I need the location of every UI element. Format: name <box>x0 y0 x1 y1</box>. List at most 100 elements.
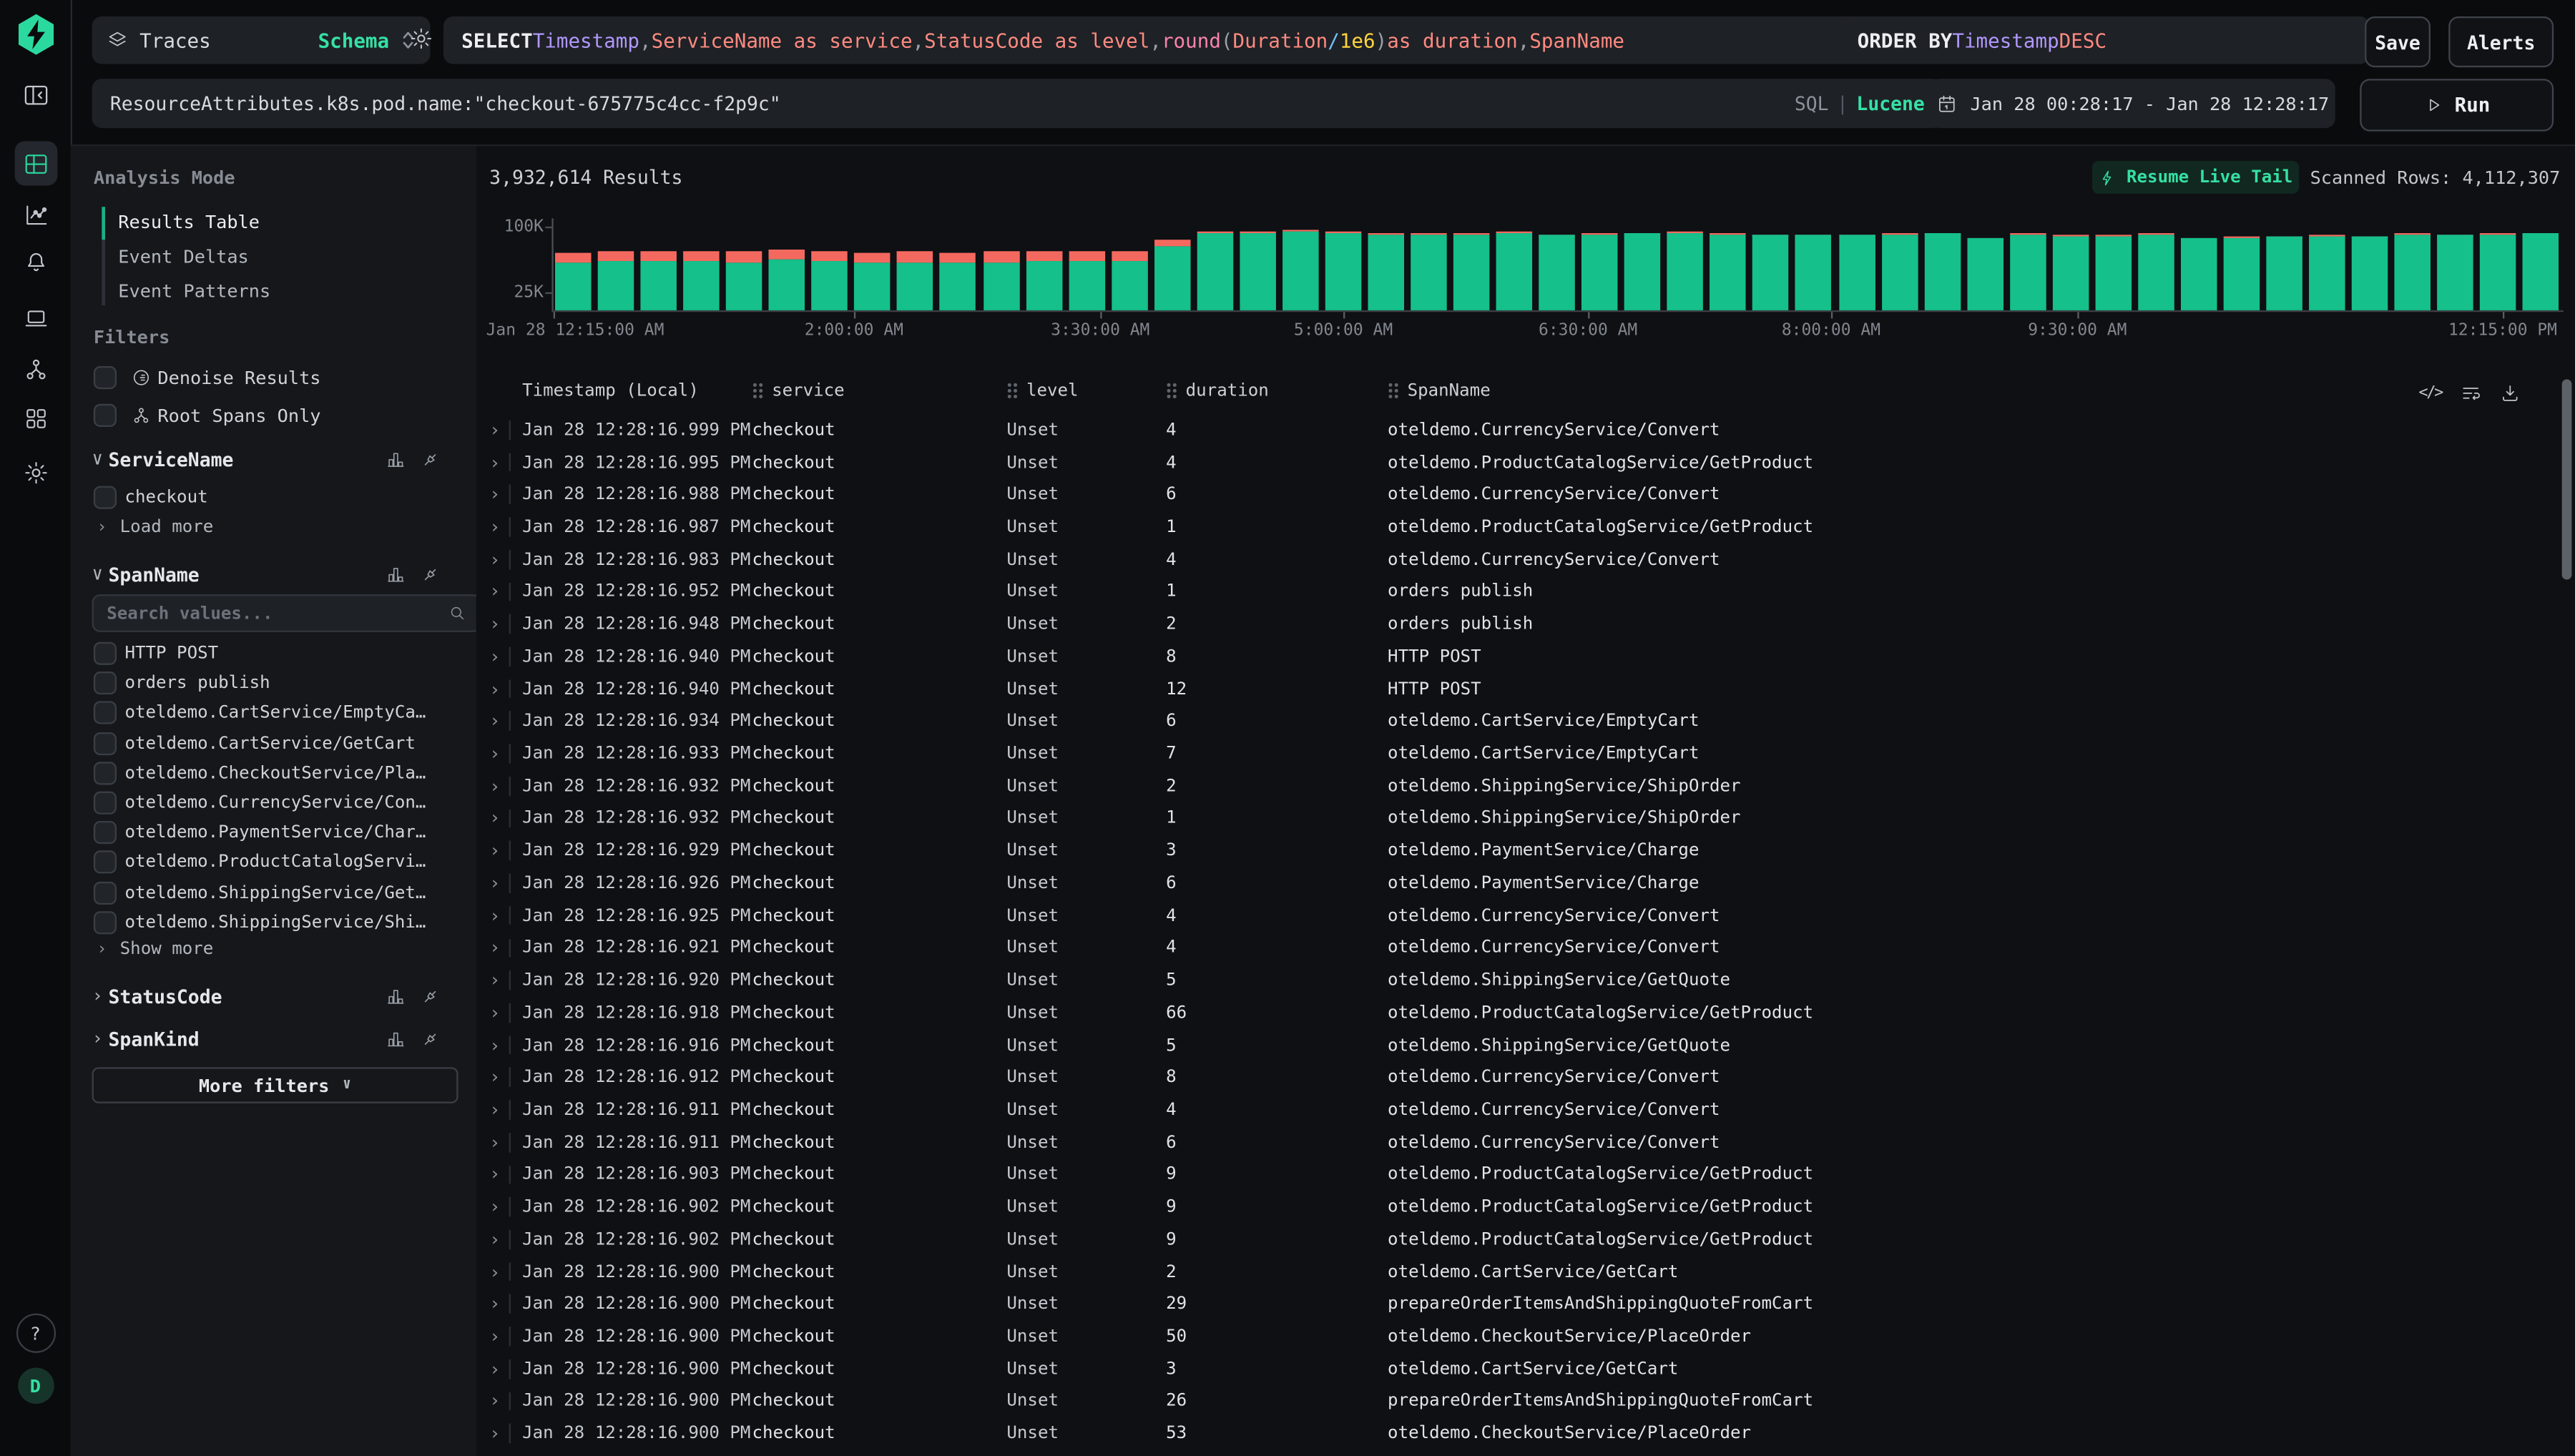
row-expand-chevron[interactable]: › <box>489 938 500 959</box>
table-row[interactable]: ›Jan 28 12:28:16.988 PMcheckoutUnset6ote… <box>476 478 2556 511</box>
filter-denoise-results[interactable]: Denoise Results <box>94 366 464 389</box>
histogram-bar[interactable] <box>2052 234 2089 310</box>
histogram-bar[interactable] <box>2352 235 2388 310</box>
checkbox[interactable] <box>94 851 117 874</box>
histogram-bar[interactable] <box>2523 232 2559 310</box>
table-row[interactable]: ›Jan 28 12:28:16.933 PMcheckoutUnset7ote… <box>476 737 2556 769</box>
run-button[interactable]: Run <box>2360 79 2554 131</box>
drag-handle-icon[interactable] <box>1388 383 1399 399</box>
row-expand-chevron[interactable]: › <box>489 970 500 991</box>
servicename-load-more[interactable]: ›Load more <box>97 517 213 537</box>
histogram-bar[interactable] <box>555 252 592 310</box>
checkbox[interactable] <box>94 792 117 815</box>
column-chart-icon[interactable] <box>386 564 406 584</box>
histogram-bar[interactable] <box>1795 234 1832 310</box>
histogram-bar[interactable] <box>1924 232 1961 310</box>
table-row[interactable]: ›Jan 28 12:28:16.918 PMcheckoutUnset66ot… <box>476 997 2556 1029</box>
histogram-bar[interactable] <box>1967 237 2003 310</box>
histogram-bar[interactable] <box>1710 233 1747 310</box>
table-row[interactable]: ›Jan 28 12:28:16.934 PMcheckoutUnset6ote… <box>476 705 2556 737</box>
checkbox[interactable] <box>94 881 117 904</box>
spanname-search-input[interactable]: Search values... <box>92 594 481 632</box>
histogram-bar[interactable] <box>1368 233 1404 310</box>
histogram-bar[interactable] <box>897 251 933 310</box>
collapse-sidebar-icon[interactable] <box>21 82 49 109</box>
checkbox[interactable] <box>94 486 117 509</box>
histogram-bar[interactable] <box>812 251 848 310</box>
row-expand-chevron[interactable]: › <box>489 808 500 830</box>
column-header-timestamp[interactable]: Timestamp (Local) <box>522 381 699 401</box>
spanname-option[interactable]: oteldemo.ShippingService/Get… <box>94 881 464 904</box>
histogram-bar[interactable] <box>2309 235 2345 310</box>
drag-handle-icon[interactable] <box>1166 383 1177 399</box>
histogram-bar[interactable] <box>2095 235 2132 310</box>
pin-icon[interactable] <box>421 449 441 469</box>
analysis-mode-event-deltas[interactable]: Event Deltas <box>118 246 248 269</box>
column-header-service[interactable]: service <box>752 381 845 401</box>
histogram-bar[interactable] <box>1453 233 1490 310</box>
histogram-bar[interactable] <box>1026 251 1062 310</box>
table-row[interactable]: ›Jan 28 12:28:16.940 PMcheckoutUnset12HT… <box>476 673 2556 705</box>
analysis-mode-results-table[interactable]: Results Table <box>118 212 260 235</box>
histogram-bar[interactable] <box>2395 233 2431 310</box>
histogram-bar[interactable] <box>1496 231 1533 310</box>
histogram-bar[interactable] <box>1282 230 1319 310</box>
histogram-bar[interactable] <box>2266 235 2302 310</box>
table-row[interactable]: ›Jan 28 12:28:16.952 PMcheckoutUnset1ord… <box>476 576 2556 608</box>
table-row[interactable]: ›Jan 28 12:28:16.921 PMcheckoutUnset4ote… <box>476 932 2556 964</box>
histogram-bar[interactable] <box>598 251 634 310</box>
histogram-bar[interactable] <box>1069 251 1105 310</box>
table-row[interactable]: ›Jan 28 12:28:16.902 PMcheckoutUnset9ote… <box>476 1223 2556 1255</box>
row-expand-chevron[interactable]: › <box>489 1034 500 1056</box>
row-expand-chevron[interactable]: › <box>489 840 500 862</box>
row-expand-chevron[interactable]: › <box>489 1164 500 1186</box>
column-header-spanname[interactable]: SpanName <box>1388 381 1491 401</box>
row-expand-chevron[interactable]: › <box>489 1390 500 1412</box>
histogram-bar[interactable] <box>1240 232 1276 310</box>
histogram-bar[interactable] <box>1838 234 1875 310</box>
settings-gear-icon[interactable] <box>22 460 49 486</box>
save-button[interactable]: Save <box>2365 16 2431 67</box>
column-chart-icon[interactable] <box>386 986 406 1006</box>
table-row[interactable]: ›Jan 28 12:28:16.932 PMcheckoutUnset2ote… <box>476 770 2556 802</box>
pin-icon[interactable] <box>421 564 441 584</box>
row-expand-chevron[interactable]: › <box>489 1196 500 1218</box>
table-row[interactable]: ›Jan 28 12:28:16.912 PMcheckoutUnset8ote… <box>476 1061 2556 1093</box>
section-servicename[interactable]: ∨ ServiceName <box>92 446 464 471</box>
spanname-option[interactable]: oteldemo.ShippingService/Shi… <box>94 911 464 934</box>
histogram-bar[interactable] <box>1154 239 1190 310</box>
row-expand-chevron[interactable]: › <box>489 1131 500 1153</box>
row-expand-chevron[interactable]: › <box>489 484 500 506</box>
table-row[interactable]: ›Jan 28 12:28:16.995 PMcheckoutUnset4ote… <box>476 446 2556 478</box>
histogram-bar[interactable] <box>2224 235 2260 310</box>
row-expand-chevron[interactable]: › <box>489 452 500 473</box>
vertical-scrollbar[interactable] <box>2562 379 2572 579</box>
table-row[interactable]: ›Jan 28 12:28:16.948 PMcheckoutUnset2ord… <box>476 608 2556 640</box>
view-source-icon[interactable]: </> <box>2418 384 2442 402</box>
spanname-option[interactable]: oteldemo.ProductCatalogServi… <box>94 851 464 874</box>
row-expand-chevron[interactable]: › <box>489 1358 500 1379</box>
table-row[interactable]: ›Jan 28 12:28:16.902 PMcheckoutUnset9ote… <box>476 1191 2556 1223</box>
spanname-option[interactable]: oteldemo.CurrencyService/Con… <box>94 792 464 815</box>
row-expand-chevron[interactable]: › <box>489 1067 500 1088</box>
spanname-option[interactable]: oteldemo.CartService/EmptyCa… <box>94 702 464 724</box>
drag-handle-icon[interactable] <box>1006 383 1018 399</box>
table-row[interactable]: ›Jan 28 12:28:16.911 PMcheckoutUnset4ote… <box>476 1093 2556 1126</box>
table-row[interactable]: ›Jan 28 12:28:16.900 PMcheckoutUnset53ot… <box>476 1417 2556 1450</box>
histogram-bar[interactable] <box>1624 232 1661 310</box>
search-input[interactable]: ResourceAttributes.k8s.pod.name:"checkou… <box>92 79 1943 128</box>
analysis-mode-event-patterns[interactable]: Event Patterns <box>118 281 270 304</box>
select-clause-input[interactable]: SELECT Timestamp, ServiceName as service… <box>443 16 1859 64</box>
row-expand-chevron[interactable]: › <box>489 549 500 570</box>
download-icon[interactable] <box>2499 383 2521 404</box>
table-row[interactable]: ›Jan 28 12:28:16.999 PMcheckoutUnset4ote… <box>476 414 2556 446</box>
section-spankind[interactable]: › SpanKind <box>92 1026 464 1051</box>
column-header-level[interactable]: level <box>1006 381 1078 401</box>
order-by-input[interactable]: ORDER BY Timestamp DESC <box>1839 16 2370 64</box>
histogram-bar[interactable] <box>2181 237 2217 310</box>
row-expand-chevron[interactable]: › <box>489 743 500 764</box>
pin-icon[interactable] <box>421 1028 441 1048</box>
spanname-option[interactable]: orders publish <box>94 672 464 694</box>
wrap-lines-icon[interactable] <box>2460 383 2481 404</box>
table-row[interactable]: ›Jan 28 12:28:16.929 PMcheckoutUnset3ote… <box>476 835 2556 867</box>
